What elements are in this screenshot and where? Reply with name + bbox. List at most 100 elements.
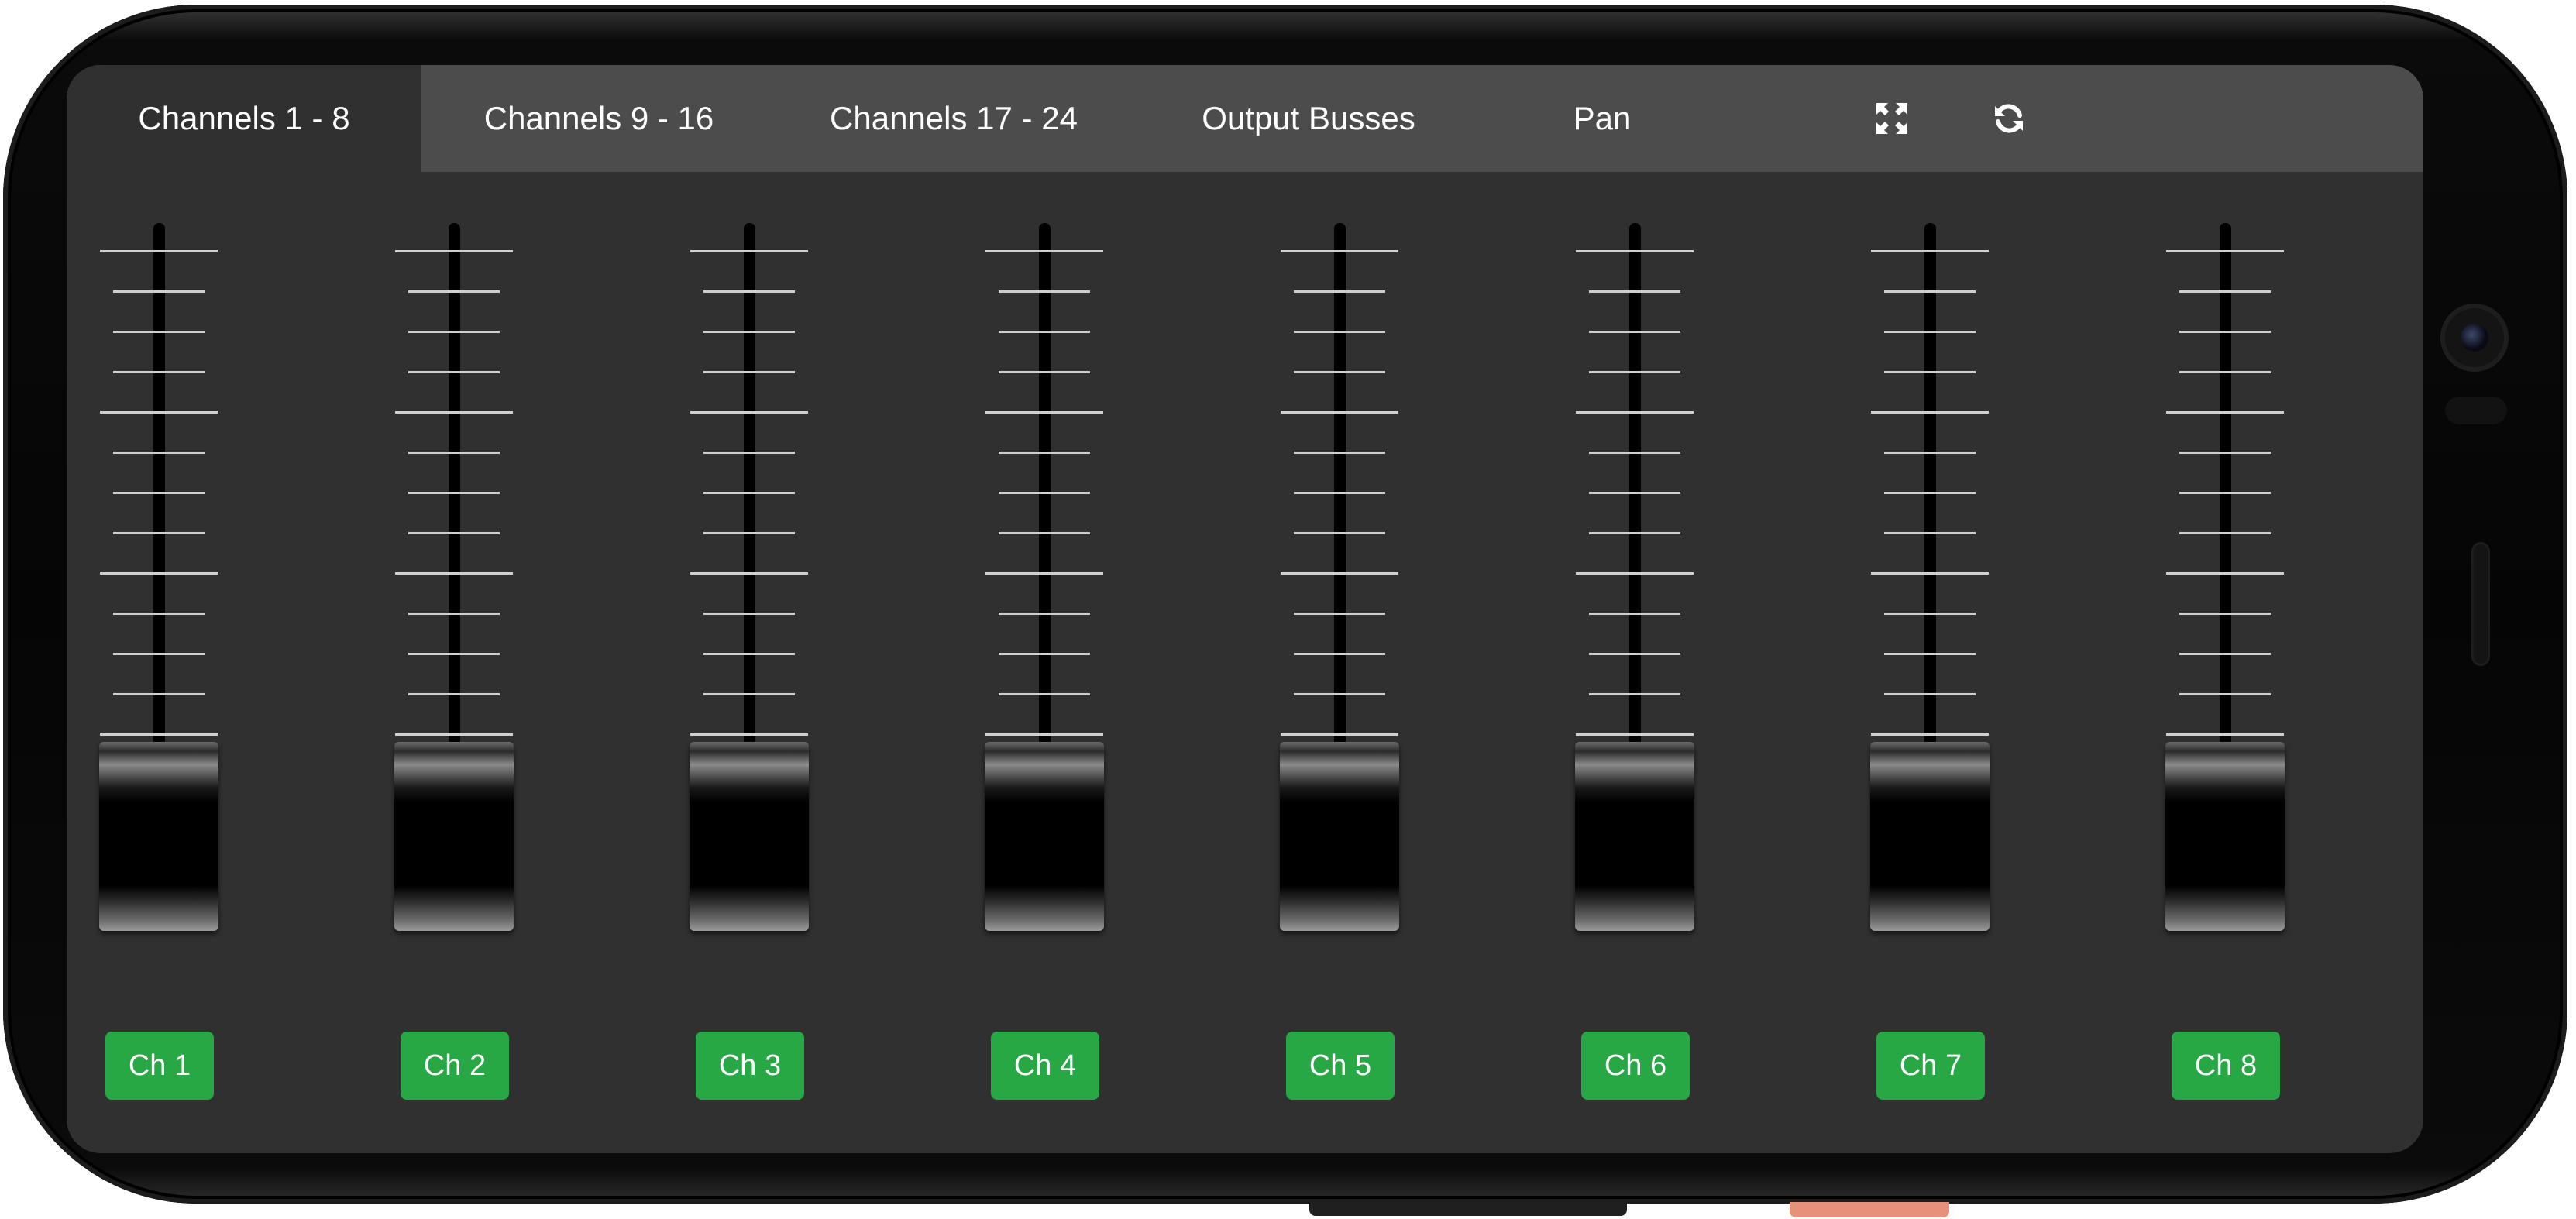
fader-scale-tick: [2179, 452, 2271, 454]
fader-scale-tick: [703, 693, 795, 695]
tab-channels-1-8[interactable]: Channels 1 - 8: [67, 65, 421, 172]
fader-scale-tick: [999, 371, 1090, 373]
fader-scale-tick: [2179, 693, 2271, 695]
fader-scale-tick: [2166, 733, 2284, 736]
channel-button[interactable]: Ch 8: [2172, 1032, 2280, 1100]
channel-button[interactable]: Ch 1: [105, 1032, 214, 1100]
fader-scale-tick: [1589, 331, 1680, 333]
fader-scale-tick: [1589, 452, 1680, 454]
fader-scale-tick: [113, 613, 205, 615]
fader-scale-tick: [985, 572, 1103, 575]
top-navbar: Channels 1 - 8 Channels 9 - 16 Channels …: [67, 65, 2423, 172]
proximity-sensor: [2445, 397, 2507, 424]
fader-track: [744, 223, 755, 746]
fader-scale-tick: [690, 572, 808, 575]
tab-channels-17-24[interactable]: Channels 17 - 24: [776, 65, 1131, 172]
fader-scale-tick: [100, 411, 218, 414]
fader-scale-tick: [1576, 733, 1694, 736]
fader-scale-tick: [1589, 613, 1680, 615]
channel-button[interactable]: Ch 5: [1286, 1032, 1395, 1100]
fader-scale-tick: [1294, 693, 1385, 695]
fader-scale-tick: [999, 492, 1090, 494]
camera-lens: [2461, 324, 2488, 352]
channel-button[interactable]: Ch 3: [696, 1032, 804, 1100]
phone-side-button-accent: [1790, 1202, 1949, 1217]
fader-scale-tick: [690, 250, 808, 252]
fader-scale-tick: [703, 290, 795, 293]
fader-scale-tick: [113, 371, 205, 373]
fader-scale-tick: [703, 532, 795, 534]
fader-scale-tick: [703, 331, 795, 333]
fader-scale-tick: [395, 250, 513, 252]
channel-button[interactable]: Ch 6: [1581, 1032, 1690, 1100]
fader-scale-tick: [408, 693, 500, 695]
channel-button[interactable]: Ch 7: [1876, 1032, 1985, 1100]
fader-scale-tick: [703, 452, 795, 454]
fader-scale-tick: [408, 532, 500, 534]
fader-scale-tick: [1294, 492, 1385, 494]
fader-scale-tick: [113, 290, 205, 293]
fader-knob[interactable]: [1280, 742, 1399, 931]
tab-pan[interactable]: Pan: [1486, 65, 1718, 172]
fader-scale-tick: [1884, 492, 1976, 494]
fader-scale-tick: [1589, 371, 1680, 373]
fader-scale-tick: [395, 733, 513, 736]
earpiece-speaker: [2471, 542, 2490, 666]
fader-scale-tick: [395, 411, 513, 414]
fader-scale-tick: [2166, 411, 2284, 414]
fader-scale-tick: [1884, 693, 1976, 695]
channel-strip: Ch 2: [362, 172, 548, 1153]
channel-strip: Ch 7: [1838, 172, 2024, 1153]
fader-track: [1334, 223, 1346, 746]
fader-scale-tick: [2166, 572, 2284, 575]
fader-scale-tick: [1589, 290, 1680, 293]
refresh-icon[interactable]: [1990, 99, 2028, 138]
fader-scale-tick: [2179, 290, 2271, 293]
fader-scale-tick: [1871, 572, 1989, 575]
fader-scale-tick: [1884, 331, 1976, 333]
fader-scale-tick: [703, 371, 795, 373]
fader-scale-tick: [2179, 492, 2271, 494]
fader-scale-tick: [408, 452, 500, 454]
fader-knob[interactable]: [2165, 742, 2285, 931]
channel-button[interactable]: Ch 2: [401, 1032, 509, 1100]
fader-track: [1039, 223, 1051, 746]
fader-scale-tick: [1576, 411, 1694, 414]
fader-scale-tick: [1884, 613, 1976, 615]
fader-track: [1924, 223, 1936, 746]
fader-scale-tick: [1576, 250, 1694, 252]
fader-scale-tick: [703, 613, 795, 615]
channel-strip: Ch 4: [952, 172, 1138, 1153]
fader-scale-tick: [408, 492, 500, 494]
fader-scale-tick: [690, 411, 808, 414]
fader-knob[interactable]: [690, 742, 809, 931]
fader-knob[interactable]: [985, 742, 1104, 931]
channel-strip: Ch 8: [2133, 172, 2319, 1153]
tab-channels-9-16[interactable]: Channels 9 - 16: [421, 65, 776, 172]
fader-scale-tick: [985, 411, 1103, 414]
fader-scale-tick: [1294, 653, 1385, 655]
fader-knob[interactable]: [394, 742, 514, 931]
fader-scale-tick: [1871, 250, 1989, 252]
fader-knob[interactable]: [99, 742, 218, 931]
fader-knob[interactable]: [1870, 742, 1990, 931]
fader-scale-tick: [1871, 733, 1989, 736]
fullscreen-icon[interactable]: [1873, 99, 1911, 138]
fader-scale-tick: [1281, 572, 1398, 575]
fader-scale-tick: [999, 290, 1090, 293]
fader-scale-tick: [113, 653, 205, 655]
fader-scale-tick: [2179, 532, 2271, 534]
fader-scale-tick: [113, 492, 205, 494]
fader-scale-tick: [985, 733, 1103, 736]
fader-track: [2220, 223, 2231, 746]
fader-track: [449, 223, 460, 746]
tab-output-busses[interactable]: Output Busses: [1131, 65, 1486, 172]
fader-scale-tick: [999, 653, 1090, 655]
fader-knob[interactable]: [1575, 742, 1694, 931]
fader-scale-tick: [2179, 613, 2271, 615]
fader-scale-tick: [2166, 250, 2284, 252]
fader-scale-tick: [113, 532, 205, 534]
channel-button[interactable]: Ch 4: [991, 1032, 1099, 1100]
fader-scale-tick: [1294, 290, 1385, 293]
fader-scale-tick: [1294, 452, 1385, 454]
